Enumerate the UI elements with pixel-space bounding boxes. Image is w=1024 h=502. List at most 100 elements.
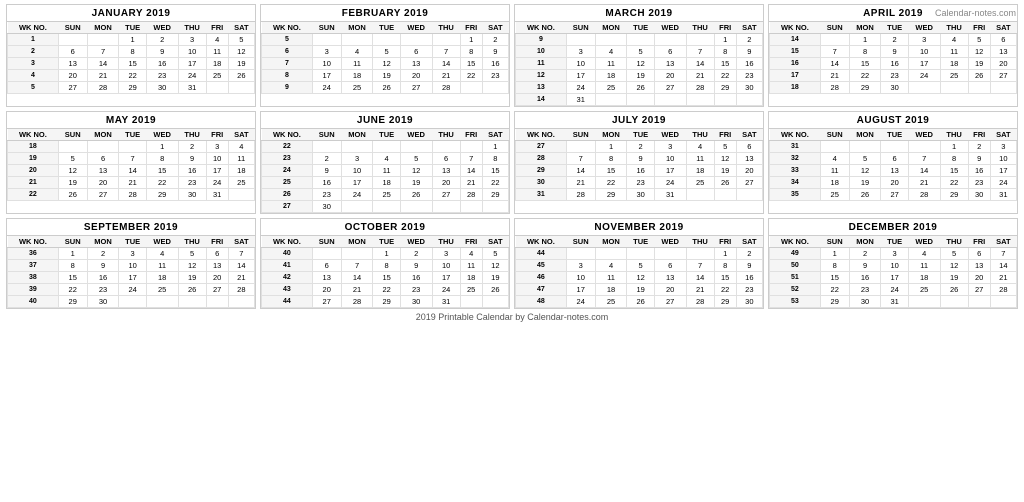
cal-day: 23 xyxy=(736,70,762,82)
cal-day: 8 xyxy=(146,153,178,165)
cal-day: 16 xyxy=(87,272,119,284)
cal-day: 16 xyxy=(849,272,881,284)
cal-day: 5 xyxy=(714,141,736,153)
cal-day: 3 xyxy=(881,248,908,260)
col-header-2: MON xyxy=(849,129,881,141)
cal-day xyxy=(87,141,119,153)
cal-day: 20 xyxy=(432,177,460,189)
cal-day: 20 xyxy=(206,272,228,284)
week-number: 32 xyxy=(770,153,821,165)
cal-day xyxy=(400,201,432,213)
cal-day: 12 xyxy=(400,165,432,177)
cal-day: 26 xyxy=(849,189,881,201)
week-number: 28 xyxy=(516,153,567,165)
col-header-0: WK NO. xyxy=(516,236,567,248)
col-header-1: SUN xyxy=(312,129,341,141)
cal-day: 12 xyxy=(627,272,654,284)
cal-day: 13 xyxy=(400,58,432,70)
col-header-0: WK NO. xyxy=(516,22,567,34)
cal-day: 2 xyxy=(736,248,762,260)
cal-day: 23 xyxy=(146,70,178,82)
cal-day xyxy=(460,296,482,308)
cal-day xyxy=(686,94,714,106)
cal-day xyxy=(228,189,254,201)
cal-day: 27 xyxy=(432,189,460,201)
cal-day: 6 xyxy=(312,260,341,272)
week-number: 6 xyxy=(262,46,313,58)
cal-day xyxy=(206,296,228,308)
cal-day: 24 xyxy=(312,82,341,94)
cal-day: 17 xyxy=(119,272,146,284)
cal-day: 3 xyxy=(312,46,341,58)
cal-day: 1 xyxy=(58,248,87,260)
cal-day: 7 xyxy=(820,46,849,58)
col-header-1: SUN xyxy=(58,22,87,34)
cal-day: 10 xyxy=(206,153,228,165)
cal-day: 6 xyxy=(87,153,119,165)
cal-day xyxy=(400,34,432,46)
col-header-2: MON xyxy=(595,129,627,141)
cal-day: 11 xyxy=(206,46,228,58)
cal-day: 16 xyxy=(881,58,908,70)
cal-day: 15 xyxy=(482,165,508,177)
cal-day: 13 xyxy=(654,58,686,70)
cal-day: 13 xyxy=(312,272,341,284)
cal-day: 6 xyxy=(968,248,990,260)
cal-day: 1 xyxy=(482,141,508,153)
cal-day: 16 xyxy=(736,272,762,284)
cal-day: 3 xyxy=(654,141,686,153)
week-number: 33 xyxy=(770,165,821,177)
cal-day: 19 xyxy=(714,165,736,177)
cal-day: 20 xyxy=(312,284,341,296)
cal-day: 7 xyxy=(87,46,119,58)
cal-day: 6 xyxy=(58,46,87,58)
cal-day: 12 xyxy=(373,58,400,70)
cal-day: 4 xyxy=(228,141,254,153)
cal-day: 10 xyxy=(881,260,908,272)
month-block-9: OCTOBER 2019WK NO.SUNMONTUEWEDTHUFRISAT4… xyxy=(260,218,510,309)
cal-day: 9 xyxy=(312,165,341,177)
col-header-5: THU xyxy=(178,22,206,34)
cal-day: 8 xyxy=(849,46,881,58)
cal-day: 17 xyxy=(206,165,228,177)
week-number: 40 xyxy=(262,248,313,260)
week-number: 13 xyxy=(516,82,567,94)
cal-table-11: WK NO.SUNMONTUEWEDTHUFRISAT4912345675089… xyxy=(769,236,1017,308)
col-header-6: FRI xyxy=(968,129,990,141)
cal-day: 18 xyxy=(820,177,849,189)
cal-day: 23 xyxy=(400,284,432,296)
cal-day: 5 xyxy=(58,153,87,165)
cal-day: 17 xyxy=(432,272,460,284)
week-number: 45 xyxy=(516,260,567,272)
cal-day xyxy=(119,296,146,308)
col-header-6: FRI xyxy=(460,22,482,34)
col-header-2: MON xyxy=(341,236,373,248)
cal-day: 10 xyxy=(566,272,595,284)
cal-day: 10 xyxy=(654,153,686,165)
cal-day: 2 xyxy=(627,141,654,153)
col-header-6: FRI xyxy=(968,22,990,34)
cal-day: 6 xyxy=(654,260,686,272)
week-number: 2 xyxy=(8,46,59,58)
cal-day: 26 xyxy=(228,70,254,82)
cal-day: 21 xyxy=(686,284,714,296)
cal-day: 14 xyxy=(908,165,940,177)
cal-day: 10 xyxy=(908,46,940,58)
month-title-5: JUNE 2019 xyxy=(261,112,509,129)
week-number: 39 xyxy=(8,284,59,296)
cal-day xyxy=(736,189,762,201)
col-header-1: SUN xyxy=(566,129,595,141)
cal-day: 14 xyxy=(119,165,146,177)
col-header-5: THU xyxy=(178,236,206,248)
cal-day: 3 xyxy=(341,153,373,165)
month-title-6: JULY 2019 xyxy=(515,112,763,129)
col-header-2: MON xyxy=(849,236,881,248)
col-header-3: TUE xyxy=(627,22,654,34)
week-number: 11 xyxy=(516,58,567,70)
col-header-7: SAT xyxy=(482,129,508,141)
cal-day: 6 xyxy=(654,46,686,58)
cal-day: 18 xyxy=(341,70,373,82)
cal-day xyxy=(566,248,595,260)
cal-day xyxy=(686,189,714,201)
week-number: 37 xyxy=(8,260,59,272)
